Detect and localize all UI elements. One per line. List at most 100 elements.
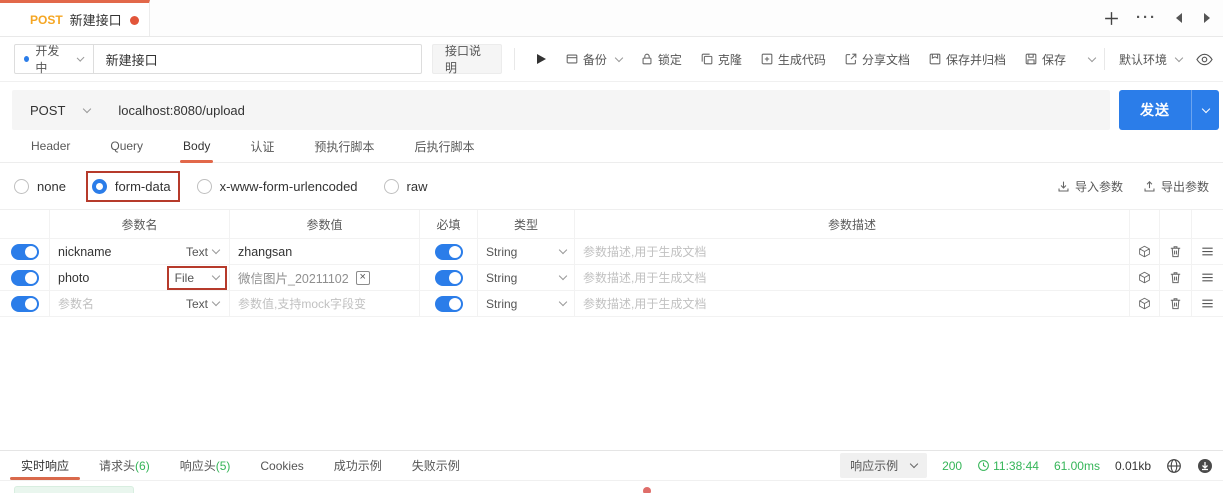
delete-trash-icon[interactable] bbox=[1168, 244, 1183, 259]
tab-response-headers[interactable]: 响应头 (5) bbox=[167, 451, 244, 480]
download-response-icon[interactable] bbox=[1197, 458, 1213, 474]
param-name-input[interactable]: 参数名 bbox=[58, 295, 94, 312]
field-type-select[interactable]: Text bbox=[184, 295, 221, 313]
save-button[interactable]: 保存 bbox=[1024, 51, 1066, 68]
field-type-select[interactable]: Text bbox=[184, 243, 221, 261]
tab-method-badge: POST bbox=[30, 12, 63, 27]
tab-pre-script[interactable]: 预执行脚本 bbox=[297, 130, 391, 162]
method-select[interactable]: POST bbox=[12, 103, 104, 118]
tab-query[interactable]: Query bbox=[93, 130, 160, 162]
status-dot-icon bbox=[24, 56, 30, 62]
mode-form-data[interactable]: form-data bbox=[85, 170, 180, 202]
preview-eye-icon[interactable] bbox=[1196, 53, 1213, 66]
field-type-select[interactable]: File bbox=[166, 265, 227, 290]
share-doc-button[interactable]: 分享文档 bbox=[844, 51, 910, 68]
lock-button[interactable]: 锁定 bbox=[640, 51, 682, 68]
header-param-value: 参数值 bbox=[230, 210, 420, 238]
chevron-down-icon bbox=[1174, 53, 1184, 62]
api-status-select[interactable]: 开发中 bbox=[14, 44, 94, 75]
more-options-icon[interactable]: ··· bbox=[1136, 10, 1157, 25]
send-label: 发送 bbox=[1140, 102, 1170, 118]
generate-code-button[interactable]: 生成代码 bbox=[760, 51, 826, 68]
clone-label: 克隆 bbox=[717, 52, 742, 67]
drag-menu-icon[interactable] bbox=[1200, 270, 1215, 285]
chevron-down-icon bbox=[76, 53, 85, 62]
globe-icon[interactable] bbox=[1166, 458, 1182, 474]
status-label: 开发中 bbox=[35, 44, 60, 75]
url-input[interactable]: localhost:8080/upload bbox=[104, 103, 245, 118]
scroll-tabs-right-icon[interactable] bbox=[1201, 12, 1213, 24]
radio-checked-icon bbox=[91, 178, 107, 194]
mock-cube-icon[interactable] bbox=[1138, 296, 1151, 311]
mode-none[interactable]: none bbox=[14, 175, 66, 198]
chevron-down-icon bbox=[211, 245, 221, 255]
enable-toggle[interactable] bbox=[10, 243, 39, 260]
mode-urlencoded[interactable]: x-www-form-urlencoded bbox=[196, 175, 358, 198]
backup-button[interactable]: 备份 bbox=[565, 51, 624, 68]
send-options-button[interactable] bbox=[1191, 90, 1219, 130]
tab-body[interactable]: Body bbox=[166, 130, 227, 163]
scroll-tabs-left-icon[interactable] bbox=[1173, 12, 1185, 24]
new-tab-plus-icon[interactable] bbox=[1103, 10, 1120, 27]
mode-none-label: none bbox=[37, 178, 66, 194]
tab-label: 实时响应 bbox=[21, 459, 70, 473]
data-type-select[interactable]: String bbox=[478, 265, 575, 290]
export-params-button[interactable]: 导出参数 bbox=[1143, 178, 1209, 195]
save-options-button[interactable] bbox=[1084, 53, 1097, 62]
tab-cookies[interactable]: Cookies bbox=[247, 451, 316, 480]
chevron-down-icon bbox=[83, 104, 92, 113]
header-icon-col bbox=[1192, 210, 1223, 238]
data-type-select[interactable]: String bbox=[478, 239, 575, 264]
api-toolbar: 开发中 新建接口 接口说明 备份 锁定 克隆 生成代码 分享文档 保存并归档 保… bbox=[0, 37, 1223, 82]
file-name-label: 微信图片_20211102 bbox=[238, 272, 349, 286]
required-toggle[interactable] bbox=[434, 269, 463, 286]
param-name-input[interactable]: photo bbox=[58, 271, 89, 285]
radio-icon bbox=[14, 178, 29, 194]
param-row-photo: photo File 微信图片_20211102 × String 参数描述,用… bbox=[0, 265, 1223, 291]
tab-auth[interactable]: 认证 bbox=[233, 130, 291, 162]
param-desc-input[interactable]: 参数描述,用于生成文档 bbox=[583, 243, 706, 260]
environment-select[interactable]: 默认环境 bbox=[1119, 51, 1184, 68]
tab-realtime-response[interactable]: 实时响应 bbox=[8, 451, 82, 480]
tab-count: (5) bbox=[215, 458, 231, 473]
save-archive-button[interactable]: 保存并归档 bbox=[928, 51, 1006, 68]
mode-raw[interactable]: raw bbox=[383, 175, 428, 198]
mock-cube-icon[interactable] bbox=[1138, 270, 1151, 285]
param-value-input[interactable]: zhangsan bbox=[238, 245, 292, 259]
clone-button[interactable]: 克隆 bbox=[700, 51, 742, 68]
tab-success-example[interactable]: 成功示例 bbox=[321, 451, 395, 480]
delete-trash-icon[interactable] bbox=[1168, 270, 1183, 285]
drag-menu-icon[interactable] bbox=[1200, 244, 1215, 259]
enable-toggle[interactable] bbox=[10, 295, 39, 312]
param-row-empty: 参数名 Text 参数值,支持mock字段变 String 参数描述,用于生成文… bbox=[0, 291, 1223, 317]
api-doc-button[interactable]: 接口说明 bbox=[431, 44, 502, 75]
uploaded-file-chip: 微信图片_20211102 × bbox=[238, 268, 370, 287]
mock-cube-icon[interactable] bbox=[1138, 244, 1151, 259]
response-example-select[interactable]: 响应示例 bbox=[840, 453, 928, 478]
data-type-select[interactable]: String bbox=[478, 291, 575, 316]
run-button[interactable] bbox=[536, 53, 547, 65]
required-toggle[interactable] bbox=[434, 295, 463, 312]
send-button[interactable]: 发送 bbox=[1119, 90, 1219, 130]
drag-menu-icon[interactable] bbox=[1200, 296, 1215, 311]
tab-fail-example[interactable]: 失败示例 bbox=[399, 451, 473, 480]
remove-file-icon[interactable]: × bbox=[355, 270, 370, 285]
import-params-button[interactable]: 导入参数 bbox=[1057, 178, 1123, 195]
cutoff-red-dot bbox=[643, 487, 651, 493]
param-name-input[interactable]: nickname bbox=[58, 245, 112, 259]
required-toggle[interactable] bbox=[434, 243, 463, 260]
mode-urlencoded-label: x-www-form-urlencoded bbox=[219, 178, 358, 194]
param-desc-input[interactable]: 参数描述,用于生成文档 bbox=[583, 295, 706, 312]
tab-request-headers[interactable]: 请求头 (6) bbox=[86, 451, 163, 480]
api-name-input[interactable]: 新建接口 bbox=[93, 44, 422, 74]
delete-trash-icon[interactable] bbox=[1168, 296, 1183, 311]
tab-header[interactable]: Header bbox=[14, 130, 87, 162]
enable-toggle[interactable] bbox=[10, 269, 39, 286]
tab-post-script[interactable]: 后执行脚本 bbox=[397, 130, 491, 162]
api-document-tab[interactable]: POST 新建接口 bbox=[0, 0, 150, 36]
chevron-down-icon bbox=[558, 245, 568, 255]
header-required: 必填 bbox=[420, 210, 478, 238]
param-desc-input[interactable]: 参数描述,用于生成文档 bbox=[583, 269, 706, 286]
param-value-input[interactable]: 参数值,支持mock字段变 bbox=[238, 295, 366, 312]
header-description: 参数描述 bbox=[575, 210, 1130, 238]
